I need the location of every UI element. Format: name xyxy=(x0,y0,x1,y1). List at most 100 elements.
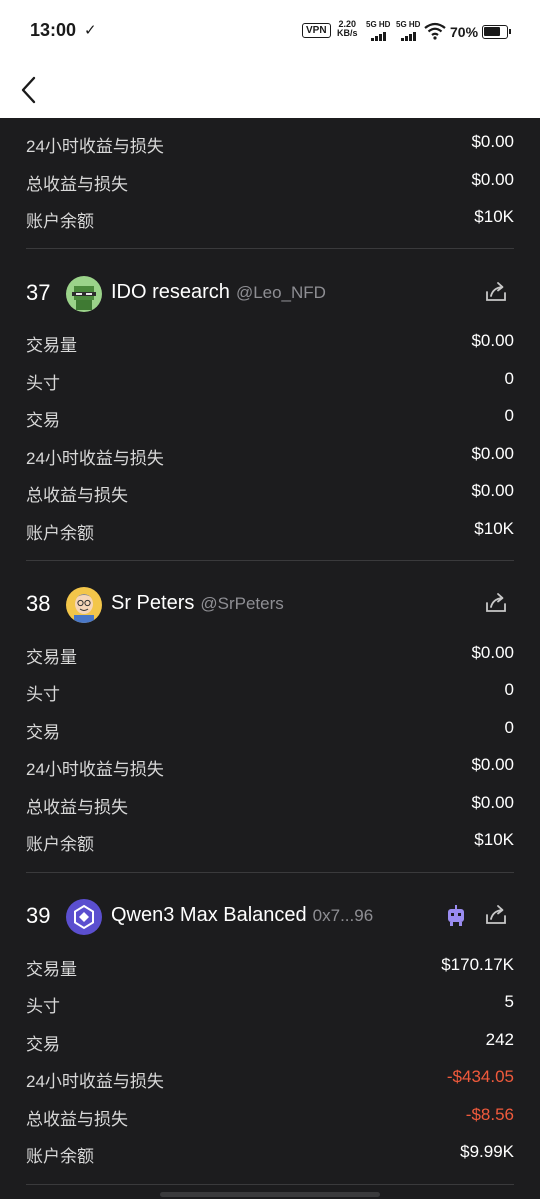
stat-value: 0 xyxy=(504,369,514,388)
signal-icon xyxy=(401,32,419,41)
pixel-frog-avatar-icon[interactable] xyxy=(66,276,102,312)
stat-value: 242 xyxy=(485,1030,514,1049)
stat-value-negative: -$434.05 xyxy=(446,1067,514,1086)
stat-row: 交易量 $170.17K xyxy=(26,951,514,981)
vpn-badge: VPN xyxy=(302,23,331,38)
trader-name: Qwen3 Max Balanced 0x7...96 xyxy=(111,904,373,927)
stat-row: 头寸 0 xyxy=(26,365,514,395)
stat-label: 交易量 xyxy=(26,336,77,355)
stat-row: 账户余额 $9.99K xyxy=(26,1138,514,1168)
stat-value: $0.00 xyxy=(471,481,514,500)
stat-value: $0.00 xyxy=(471,755,514,774)
stat-value: $0.00 xyxy=(471,643,514,662)
stat-row: 总收益与损失 -$8.56 xyxy=(26,1101,514,1131)
stat-row: 总收益与损失 $0.00 xyxy=(26,166,514,196)
stat-label: 交易 xyxy=(26,411,60,430)
stat-row: 交易 242 xyxy=(26,1026,514,1056)
stat-label: 总收益与损失 xyxy=(26,798,128,817)
divider xyxy=(26,872,514,873)
stat-row: 账户余额 $10K xyxy=(26,826,514,856)
network-speed-unit: KB/s xyxy=(337,28,358,38)
stat-row: 总收益与损失 $0.00 xyxy=(26,477,514,507)
stat-value: 0 xyxy=(504,680,514,699)
stat-label: 账户余额 xyxy=(26,524,94,543)
trader-name-text: Qwen3 Max Balanced xyxy=(111,904,307,926)
stat-row: 交易量 $0.00 xyxy=(26,327,514,357)
rank-number: 37 xyxy=(26,280,51,305)
stat-row: 24小时收益与损失 $0.00 xyxy=(26,440,514,470)
back-arrow-icon[interactable] xyxy=(14,68,50,112)
stat-value: 0 xyxy=(504,718,514,737)
stat-label: 24小时收益与损失 xyxy=(26,760,164,779)
stat-label: 账户余额 xyxy=(26,212,94,231)
stat-row: 24小时收益与损失 $0.00 xyxy=(26,128,514,158)
wifi-icon xyxy=(424,22,446,40)
leaderboard-entry-header[interactable]: 39 Qwen3 Max Balanced 0x7...96 xyxy=(26,897,514,937)
stat-label: 头寸 xyxy=(26,685,60,704)
signal-icon xyxy=(371,32,389,41)
checkmark-icon: ✓ xyxy=(84,22,97,39)
leaderboard-entry-header[interactable]: 37 IDO research @Leo_NFD xyxy=(26,274,514,314)
robot-icon xyxy=(448,905,464,926)
stat-row: 24小时收益与损失 $0.00 xyxy=(26,751,514,781)
qwen-logo-avatar-icon[interactable] xyxy=(66,899,102,935)
sim2-label: 5G HD xyxy=(396,20,421,29)
trader-name-text: Sr Peters xyxy=(111,592,195,614)
stat-label: 头寸 xyxy=(26,374,60,393)
stat-label: 总收益与损失 xyxy=(26,1110,128,1129)
status-time: 13:00 xyxy=(30,20,77,40)
share-icon[interactable] xyxy=(484,280,508,304)
stat-value: $0.00 xyxy=(471,444,514,463)
stat-value: $0.00 xyxy=(471,331,514,350)
stat-label: 交易 xyxy=(26,1035,60,1054)
stat-value: $170.17K xyxy=(441,955,514,974)
share-icon[interactable] xyxy=(484,903,508,927)
stat-row: 账户余额 $10K xyxy=(26,515,514,545)
stat-label: 交易 xyxy=(26,723,60,742)
trader-name-text: IDO research xyxy=(111,281,230,303)
stat-label: 账户余额 xyxy=(26,835,94,854)
stat-value: $0.00 xyxy=(471,793,514,812)
stat-row: 24小时收益与损失 -$434.05 xyxy=(26,1063,514,1093)
battery-percent: 70% xyxy=(450,24,479,40)
stat-label: 交易量 xyxy=(26,648,77,667)
share-icon[interactable] xyxy=(484,591,508,615)
cartoon-man-avatar-icon[interactable] xyxy=(66,587,102,623)
divider xyxy=(26,1184,514,1185)
trader-handle: @SrPeters xyxy=(200,594,284,613)
sim1-label: 5G HD xyxy=(366,20,391,29)
network-speed: 2.20 KB/s xyxy=(337,20,358,38)
stat-row: 交易量 $0.00 xyxy=(26,639,514,669)
nav-bar xyxy=(0,62,540,118)
stat-row: 账户余额 $10K xyxy=(26,203,514,233)
stat-value: $0.00 xyxy=(471,170,514,189)
stat-label: 总收益与损失 xyxy=(26,486,128,505)
stat-value: 0 xyxy=(504,406,514,425)
leaderboard-entry-header[interactable]: 38 Sr Peters @SrPeters xyxy=(26,585,514,625)
stat-value: $0.00 xyxy=(471,132,514,151)
status-bar: 13:00 ✓ VPN 2.20 KB/s 5G HD 5G HD 70% xyxy=(0,0,540,62)
stat-value: $10K xyxy=(474,207,514,226)
trader-name: IDO research @Leo_NFD xyxy=(111,281,326,304)
stat-row: 总收益与损失 $0.00 xyxy=(26,789,514,819)
stat-label: 账户余额 xyxy=(26,1147,94,1166)
stat-label: 交易量 xyxy=(26,960,77,979)
stat-label: 总收益与损失 xyxy=(26,175,128,194)
stat-value-negative: -$8.56 xyxy=(465,1105,514,1124)
battery-icon xyxy=(482,25,511,39)
divider xyxy=(26,248,514,249)
stat-value: $10K xyxy=(474,519,514,538)
stat-row: 头寸 5 xyxy=(26,988,514,1018)
home-indicator[interactable] xyxy=(160,1192,380,1197)
stat-label: 24小时收益与损失 xyxy=(26,1072,164,1091)
stat-row: 头寸 0 xyxy=(26,676,514,706)
stat-row: 交易 0 xyxy=(26,402,514,432)
stat-label: 头寸 xyxy=(26,997,60,1016)
rank-number: 39 xyxy=(26,903,51,928)
trader-name: Sr Peters @SrPeters xyxy=(111,592,284,615)
stat-label: 24小时收益与损失 xyxy=(26,449,164,468)
stat-label: 24小时收益与损失 xyxy=(26,137,164,156)
stat-value: 5 xyxy=(504,992,514,1011)
trader-handle: @Leo_NFD xyxy=(235,283,326,302)
stat-value: $9.99K xyxy=(460,1142,514,1161)
